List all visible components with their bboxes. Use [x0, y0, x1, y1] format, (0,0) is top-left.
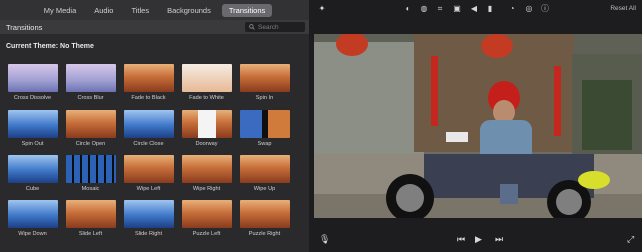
- transition-label: Puzzle Left: [192, 231, 221, 237]
- transition-item[interactable]: Spin In: [236, 64, 293, 101]
- app-window: My Media Audio Titles Backgrounds Transi…: [0, 0, 642, 252]
- transition-item[interactable]: Circle Close: [120, 110, 177, 147]
- transition-thumbnail: [7, 155, 58, 183]
- transition-label: Wipe Right: [192, 186, 221, 192]
- transition-label: Circle Close: [133, 141, 164, 147]
- transition-item[interactable]: Circle Open: [62, 110, 119, 147]
- tab-backgrounds[interactable]: Backgrounds: [160, 4, 218, 17]
- transition-thumbnail: [7, 200, 58, 228]
- transition-label: Slide Right: [134, 231, 163, 237]
- speed-icon[interactable]: ◔: [507, 4, 517, 14]
- volume-icon[interactable]: ◀: [469, 4, 479, 14]
- tab-my-media[interactable]: My Media: [37, 4, 84, 17]
- transition-thumbnail: [123, 200, 174, 228]
- section-title: Transitions: [6, 22, 43, 32]
- skip-back-icon[interactable]: ⏮: [457, 234, 465, 245]
- transition-item[interactable]: Puzzle Right: [236, 200, 293, 237]
- color-balance-icon[interactable]: ◐: [403, 4, 413, 14]
- transition-label: Cross Blur: [77, 95, 104, 101]
- transition-thumbnail: [65, 155, 116, 183]
- transition-item[interactable]: Fade to White: [178, 64, 235, 101]
- transition-thumbnail: [65, 200, 116, 228]
- transition-label: Wipe Down: [18, 231, 47, 237]
- transition-label: Doorway: [195, 141, 218, 147]
- transition-thumbnail: [239, 64, 290, 92]
- transition-label: Wipe Left: [136, 186, 161, 192]
- transition-item[interactable]: Wipe Left: [120, 155, 177, 192]
- media-tabs: My Media Audio Titles Backgrounds Transi…: [0, 0, 309, 20]
- transition-thumbnail: [181, 155, 232, 183]
- transition-item[interactable]: Cross Dissolve: [4, 64, 61, 101]
- transition-thumbnail: [123, 155, 174, 183]
- transition-thumbnail: [123, 64, 174, 92]
- fullscreen-icon[interactable]: ⤢: [627, 234, 634, 245]
- transition-item[interactable]: Puzzle Left: [178, 200, 235, 237]
- transition-item[interactable]: Cube: [4, 155, 61, 192]
- transition-label: Spin Out: [21, 141, 44, 147]
- search-placeholder: Search: [258, 23, 279, 31]
- transition-item[interactable]: Cross Blur: [62, 64, 119, 101]
- transition-label: Spin In: [255, 95, 274, 101]
- search-icon: [249, 24, 255, 30]
- transition-thumbnail: [239, 155, 290, 183]
- microphone-icon[interactable]: 🎙: [319, 234, 330, 245]
- video-viewer[interactable]: [314, 34, 642, 218]
- reset-all-button[interactable]: Reset All: [610, 5, 636, 12]
- transition-thumbnail: [7, 64, 58, 92]
- video-frame: [314, 34, 642, 218]
- transition-thumbnail: [181, 200, 232, 228]
- transition-label: Fade to Black: [131, 95, 166, 101]
- transition-label: Circle Open: [75, 141, 106, 147]
- transition-item[interactable]: Doorway: [178, 110, 235, 147]
- transition-item[interactable]: Slide Right: [120, 200, 177, 237]
- crop-icon[interactable]: ⌗: [435, 4, 445, 14]
- color-palette-icon[interactable]: ◍: [419, 4, 429, 14]
- transition-label: Cross Dissolve: [13, 95, 52, 101]
- transition-item[interactable]: Mosaic: [62, 155, 119, 192]
- transition-item[interactable]: Fade to Black: [120, 64, 177, 101]
- browser-pane: My Media Audio Titles Backgrounds Transi…: [0, 0, 309, 252]
- transition-item[interactable]: Spin Out: [4, 110, 61, 147]
- transition-item[interactable]: Wipe Right: [178, 155, 235, 192]
- tab-transitions[interactable]: Transitions: [221, 3, 273, 17]
- transition-label: Mosaic: [81, 186, 100, 192]
- transition-thumbnail: [7, 110, 58, 138]
- play-icon[interactable]: ▶: [475, 234, 482, 245]
- viewer-toolbar: ✦ ◐ ◍ ⌗ ▣ ◀ ▮ ◔ ◎ ⓘ Reset All: [309, 0, 642, 18]
- current-theme-label: Current Theme: No Theme: [6, 43, 94, 50]
- playback-controls: 🎙 ⏮ ▶ ⏭ ⤢: [309, 232, 642, 250]
- transition-label: Swap: [257, 141, 272, 147]
- tab-audio[interactable]: Audio: [87, 4, 120, 17]
- info-icon[interactable]: ⓘ: [540, 4, 550, 14]
- transition-label: Fade to White: [189, 95, 224, 101]
- transition-thumbnail: [65, 110, 116, 138]
- skip-forward-icon[interactable]: ⏭: [495, 234, 503, 245]
- transition-thumbnail: [239, 200, 290, 228]
- tab-titles[interactable]: Titles: [124, 4, 156, 17]
- transition-thumbnail: [181, 110, 232, 138]
- transition-item[interactable]: Swap: [236, 110, 293, 147]
- noise-icon[interactable]: ◎: [524, 4, 534, 14]
- equalizer-icon[interactable]: ▮: [485, 4, 495, 14]
- search-field[interactable]: Search: [245, 22, 305, 32]
- transition-label: Cube: [25, 186, 40, 192]
- transition-item[interactable]: Wipe Up: [236, 155, 293, 192]
- magic-wand-icon[interactable]: ✦: [317, 4, 327, 14]
- transition-thumbnail: [123, 110, 174, 138]
- transition-thumbnail: [239, 110, 290, 138]
- transitions-header: Transitions Search: [0, 20, 309, 34]
- transition-thumbnail: [65, 64, 116, 92]
- transition-item[interactable]: Wipe Down: [4, 200, 61, 237]
- transition-label: Puzzle Right: [248, 231, 281, 237]
- transition-item[interactable]: Slide Left: [62, 200, 119, 237]
- viewer-pane: ✦ ◐ ◍ ⌗ ▣ ◀ ▮ ◔ ◎ ⓘ Reset All 🎙 ⏮ ▶ ⏭ ⤢: [309, 0, 642, 252]
- camera-icon[interactable]: ▣: [452, 4, 462, 14]
- transition-thumbnail: [181, 64, 232, 92]
- transition-label: Wipe Up: [253, 186, 276, 192]
- transition-label: Slide Left: [78, 231, 103, 237]
